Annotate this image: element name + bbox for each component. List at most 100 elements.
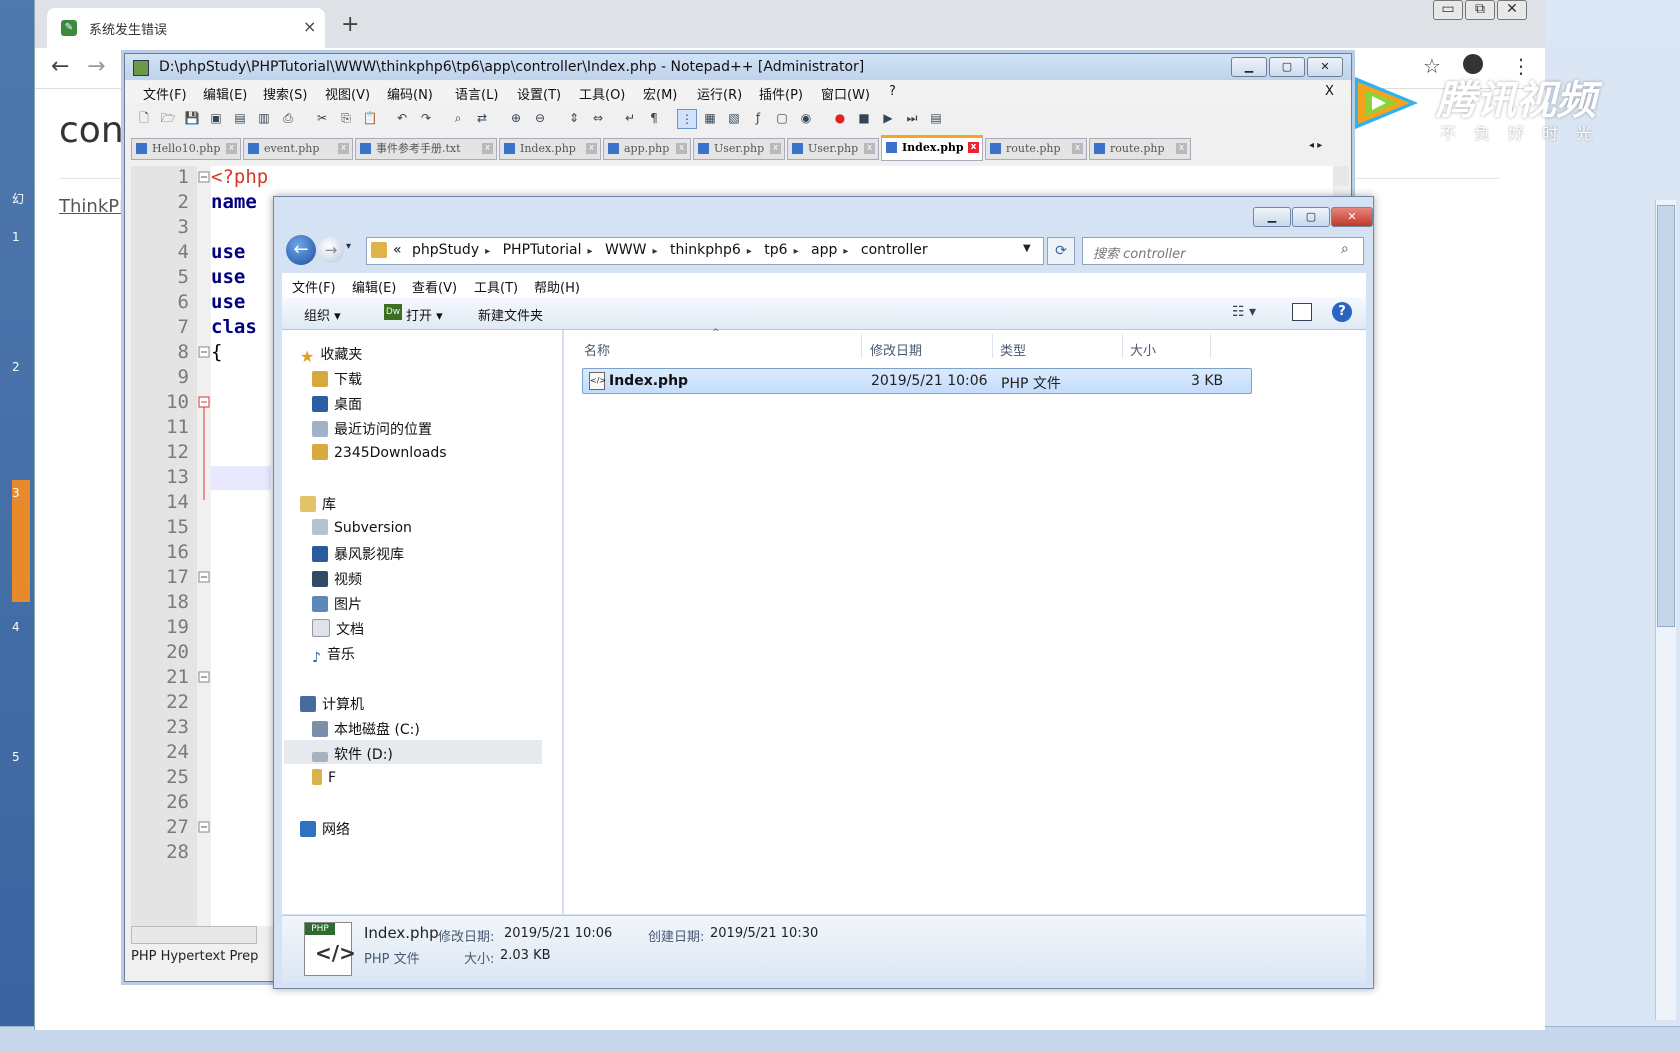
chevron-right-icon[interactable]: ▸ [485,246,490,257]
breadcrumb-item[interactable]: PHPTutorial [503,242,582,258]
function-list-icon[interactable]: ƒ [749,109,767,127]
stop-macro-icon[interactable]: ■ [855,109,873,127]
nav-item-baofeng[interactable]: 暴风影视库 [312,544,404,564]
nav-item-videos[interactable]: 视频 [312,569,362,589]
nav-computer[interactable]: 计算机 [300,694,364,714]
doc-map-icon[interactable]: ▧ [725,109,743,127]
nav-item-2345downloads[interactable]: 2345Downloads [312,444,447,461]
fold-margin[interactable] [197,166,211,926]
menu-help[interactable]: 帮助(H) [534,277,580,296]
close-button[interactable]: ✕ [1497,0,1527,20]
back-icon[interactable]: ← [51,54,69,79]
menu-help[interactable]: ? [889,84,896,99]
close-button[interactable]: ✕ [1307,57,1343,77]
maximize-button[interactable]: ⧉ [1465,0,1495,20]
nav-network[interactable]: 网络 [300,819,350,839]
breadcrumb-overflow[interactable]: « [393,242,402,258]
play-macro-icon[interactable]: ▶ [879,109,897,127]
search-icon[interactable]: ⌕ [1341,241,1349,257]
slide-number[interactable]: 1 [12,230,20,244]
file-row[interactable]: </> Index.php 2019/5/21 10:06 PHP 文件 3 K… [582,368,1252,394]
breadcrumb-item[interactable]: app [811,242,837,258]
menu-view[interactable]: 查看(V) [412,277,457,296]
document-tab[interactable]: Index.php x [499,138,601,160]
menu-macro[interactable]: 宏(M) [643,84,677,103]
show-all-chars-icon[interactable]: ¶ [645,109,663,127]
nav-item-drive-c[interactable]: 本地磁盘 (C:) [312,719,420,739]
organize-button[interactable]: 组织 ▾ [304,305,341,324]
menu-view[interactable]: 视图(V) [325,84,370,103]
document-tab[interactable]: app.php x [603,138,691,160]
maximize-button[interactable]: ▢ [1292,207,1330,227]
tab-close-icon[interactable]: x [968,142,979,153]
open-button[interactable]: 打开 ▾ [406,305,443,324]
word-wrap-icon[interactable]: ↵ [621,109,639,127]
document-tab[interactable]: event.php x [243,138,353,160]
udl-icon[interactable]: ▦ [701,109,719,127]
chevron-right-icon[interactable]: ▸ [747,246,752,257]
nav-favorites[interactable]: ★ 收藏夹 [300,344,362,366]
refresh-icon[interactable]: ⟳ [1047,237,1075,265]
minimize-button[interactable]: ▁ [1231,57,1267,77]
tab-close-icon[interactable]: x [226,143,237,154]
address-dropdown-icon[interactable]: ▼ [1023,243,1031,254]
zoom-in-icon[interactable]: ⊕ [507,109,525,127]
menu-tools[interactable]: 工具(O) [579,84,625,103]
recent-pages-dropdown-icon[interactable]: ▾ [346,241,351,252]
menu-window[interactable]: 窗口(W) [821,84,870,103]
nav-item-subversion[interactable]: Subversion [312,519,412,536]
chevron-right-icon[interactable]: ▸ [653,246,658,257]
browser-tab[interactable]: ✎ 系统发生错误 × [47,8,325,48]
minimize-button[interactable]: ▭ [1433,0,1463,20]
slide-number[interactable]: 2 [12,360,20,374]
maximize-button[interactable]: ▢ [1269,57,1305,77]
nav-item-documents[interactable]: 文档 [312,619,364,639]
forward-button[interactable]: → [318,237,344,263]
document-tab-active[interactable]: Index.php x [881,135,983,161]
save-macro-icon[interactable]: ▤ [927,109,945,127]
menu-settings[interactable]: 设置(T) [517,84,561,103]
menu-search[interactable]: 搜索(S) [263,84,307,103]
editor-scroll-up[interactable] [1333,166,1349,186]
slide-number[interactable]: 5 [12,750,20,764]
replace-icon[interactable]: ⇄ [473,109,491,127]
nav-item-recent[interactable]: 最近访问的位置 [312,419,432,439]
breadcrumb-item[interactable]: thinkphp6 [670,242,741,258]
document-tab[interactable]: route.php x [985,138,1087,160]
save-icon[interactable]: 💾 [183,109,201,127]
print-icon[interactable]: ⎙ [279,109,297,127]
menu-plugins[interactable]: 插件(P) [759,84,803,103]
new-file-icon[interactable]: 🗋 [135,109,153,127]
save-all-icon[interactable]: ▣ [207,109,225,127]
document-tab[interactable]: User.php x [693,138,785,160]
new-folder-button[interactable]: 新建文件夹 [478,305,543,324]
tab-close-icon[interactable]: x [338,143,349,154]
column-separator[interactable] [1210,334,1211,358]
column-separator[interactable] [1122,334,1123,358]
document-tab[interactable]: Hello10.php x [131,138,241,160]
document-tab[interactable]: 事件参考手册.txt x [355,138,497,160]
indent-guide-icon[interactable]: ⋮ [677,109,697,129]
preview-pane-icon[interactable] [1292,303,1312,321]
record-macro-icon[interactable]: ● [831,109,849,127]
sync-vertical-icon[interactable]: ⇕ [565,109,583,127]
nav-item-pictures[interactable]: 图片 [312,594,362,614]
minimize-button[interactable]: ▁ [1253,207,1291,227]
slide-number[interactable]: 3 [12,486,20,500]
background-scroll-thumb[interactable] [1657,205,1675,627]
tab-scroll-arrows[interactable]: ◂ ▸ [1309,140,1322,151]
folder-workspace-icon[interactable]: ▢ [773,109,791,127]
address-bar[interactable]: « phpStudy ▸ PHPTutorial ▸ WWW ▸ thinkphp6 ▸… [366,237,1044,265]
column-header-size[interactable]: 大小 [1130,340,1156,359]
chevron-right-icon[interactable]: ▸ [587,246,592,257]
tab-close-icon[interactable]: x [864,143,875,154]
cut-icon[interactable]: ✂ [313,109,331,127]
editor-horizontal-scrollbar[interactable] [131,926,257,944]
column-header-type[interactable]: 类型 [1000,340,1026,359]
nav-item-drive-f[interactable]: F [312,769,336,786]
tab-close-icon[interactable]: x [770,143,781,154]
close-document-icon[interactable]: X [1325,84,1334,99]
menu-language[interactable]: 语言(L) [455,84,498,103]
menu-edit[interactable]: 编辑(E) [352,277,396,296]
menu-run[interactable]: 运行(R) [697,84,742,103]
